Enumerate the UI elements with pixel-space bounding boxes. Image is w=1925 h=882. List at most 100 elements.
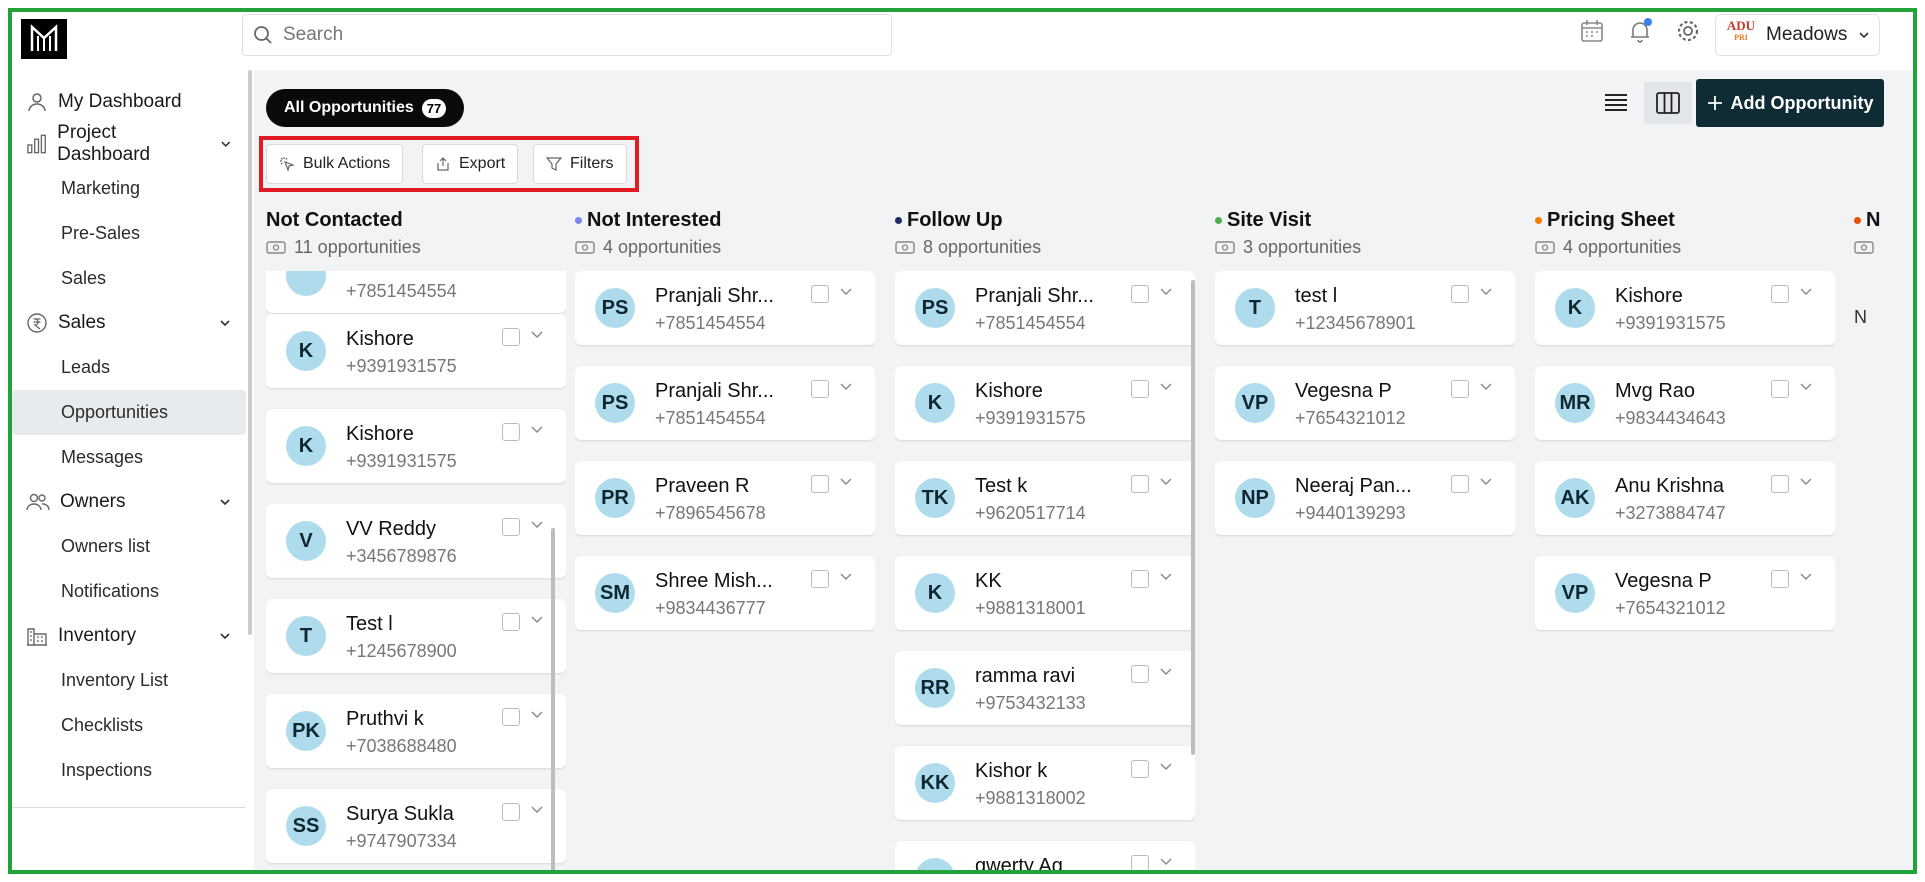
opportunity-card[interactable]: PS Pranjali Shr... +7851454554: [575, 366, 875, 440]
select-checkbox[interactable]: [1451, 380, 1469, 398]
gear-icon[interactable]: [1674, 17, 1702, 45]
opportunity-card[interactable]: SM Shree Mish... +9834436777: [575, 556, 875, 630]
select-checkbox[interactable]: [811, 285, 829, 303]
sidebar-item-project-dashboard[interactable]: Project Dashboard: [12, 122, 246, 165]
chevron-down-icon[interactable]: [1479, 380, 1493, 394]
chevron-down-icon[interactable]: [1799, 475, 1813, 489]
sidebar-item-opportunities[interactable]: Opportunities: [12, 390, 246, 435]
select-checkbox[interactable]: [1131, 285, 1149, 303]
chevron-down-icon[interactable]: [530, 328, 544, 342]
chevron-down-icon[interactable]: [1799, 570, 1813, 584]
opportunity-card[interactable]: MR Mvg Rao +9834434643: [1535, 366, 1835, 440]
select-checkbox[interactable]: [1131, 570, 1149, 588]
chevron-down-icon[interactable]: [1159, 760, 1173, 774]
export-button[interactable]: Export: [422, 144, 519, 184]
sidebar-item-messages[interactable]: Messages: [12, 435, 246, 480]
opportunity-card[interactable]: VP Vegesna P +7654321012: [1215, 366, 1515, 440]
opportunity-card[interactable]: PS Pranjali Shr... +7851454554: [895, 271, 1195, 345]
opportunity-card[interactable]: K Kishore +9391931575: [266, 409, 566, 483]
calendar-icon[interactable]: [1578, 17, 1606, 45]
search-input[interactable]: [283, 24, 891, 46]
sidebar-item-notifications[interactable]: Notifications: [12, 569, 246, 614]
add-opportunity-button[interactable]: Add Opportunity: [1696, 79, 1884, 127]
opportunity-card[interactable]: T Test l +1245678900: [266, 599, 566, 673]
chevron-down-icon[interactable]: [530, 708, 544, 722]
opportunity-card[interactable]: qwerty Ag: [895, 841, 1195, 874]
opportunity-card[interactable]: PS Pranjali Shr... +7851454554: [575, 271, 875, 345]
opportunity-card[interactable]: PK Pruthvi k +7038688480: [266, 694, 566, 768]
column-scrollbar[interactable]: [1191, 280, 1195, 755]
opportunity-card[interactable]: NP Neeraj Pan... +9440139293: [1215, 461, 1515, 535]
opportunity-card[interactable]: Ttest l +12345678901: [1215, 271, 1515, 345]
select-checkbox[interactable]: [1131, 380, 1149, 398]
chevron-down-icon[interactable]: [530, 518, 544, 532]
sidebar-item-marketing[interactable]: Marketing: [12, 166, 246, 211]
opportunity-card[interactable]: KK Kishor k +9881318002: [895, 746, 1195, 820]
tab-all-opportunities[interactable]: All Opportunities 77: [266, 89, 465, 127]
chevron-down-icon[interactable]: [1799, 380, 1813, 394]
chevron-down-icon[interactable]: [1159, 665, 1173, 679]
sidebar-item-sales-dashboard[interactable]: Sales: [12, 256, 246, 301]
sidebar-item-owners-list[interactable]: Owners list: [12, 524, 246, 569]
select-checkbox[interactable]: [811, 570, 829, 588]
select-checkbox[interactable]: [1131, 760, 1149, 778]
opportunity-card[interactable]: V VV Reddy +3456789876: [266, 504, 566, 578]
select-checkbox[interactable]: [502, 328, 520, 346]
select-checkbox[interactable]: [502, 613, 520, 631]
select-checkbox[interactable]: [1771, 285, 1789, 303]
opportunity-card[interactable]: RR ramma ravi +9753432133: [895, 651, 1195, 725]
chevron-down-icon[interactable]: [1799, 285, 1813, 299]
opportunity-card[interactable]: AK Anu Krishna +3273884747: [1535, 461, 1835, 535]
filters-button[interactable]: Filters: [533, 144, 627, 184]
chevron-down-icon[interactable]: [1479, 285, 1493, 299]
column-scrollbar[interactable]: [551, 528, 555, 874]
select-checkbox[interactable]: [1771, 475, 1789, 493]
opportunity-card[interactable]: K Kishore +9391931575: [266, 314, 566, 388]
select-checkbox[interactable]: [1131, 475, 1149, 493]
select-checkbox[interactable]: [1131, 855, 1149, 873]
sidebar-item-inventory[interactable]: Inventory: [12, 616, 246, 656]
sidebar-item-checklists[interactable]: Checklists: [12, 703, 246, 748]
opportunity-card[interactable]: K KK +9881318001: [895, 556, 1195, 630]
opportunity-card[interactable]: VP Vegesna P +7654321012: [1535, 556, 1835, 630]
sidebar-item-pre-sales[interactable]: Pre-Sales: [12, 211, 246, 256]
chevron-down-icon[interactable]: [1159, 285, 1173, 299]
chevron-down-icon[interactable]: [1159, 570, 1173, 584]
chevron-down-icon[interactable]: [839, 285, 853, 299]
chevron-down-icon[interactable]: [839, 380, 853, 394]
chevron-down-icon[interactable]: [530, 423, 544, 437]
select-checkbox[interactable]: [1451, 285, 1469, 303]
chevron-down-icon[interactable]: [530, 613, 544, 627]
search-bar[interactable]: [242, 14, 892, 56]
chevron-down-icon[interactable]: [1159, 380, 1173, 394]
opportunity-card[interactable]: K Kishore +9391931575: [895, 366, 1195, 440]
select-checkbox[interactable]: [811, 475, 829, 493]
bulk-actions-button[interactable]: Bulk Actions: [266, 144, 404, 184]
sidebar-item-inventory-list[interactable]: Inventory List: [12, 658, 246, 703]
bell-icon[interactable]: [1626, 17, 1654, 45]
select-checkbox[interactable]: [502, 708, 520, 726]
select-checkbox[interactable]: [502, 423, 520, 441]
chevron-down-icon[interactable]: [530, 803, 544, 817]
select-checkbox[interactable]: [1451, 475, 1469, 493]
select-checkbox[interactable]: [502, 803, 520, 821]
list-view-toggle[interactable]: [1594, 82, 1638, 124]
board-view-toggle[interactable]: [1644, 82, 1692, 124]
sidebar-item-owners[interactable]: Owners: [12, 482, 246, 522]
opportunity-card[interactable]: SS Surya Sukla +9747907334: [266, 789, 566, 863]
chevron-down-icon[interactable]: [839, 570, 853, 584]
select-checkbox[interactable]: [1771, 570, 1789, 588]
app-logo[interactable]: [21, 19, 67, 59]
select-checkbox[interactable]: [1771, 380, 1789, 398]
sidebar-item-sales[interactable]: Sales: [12, 303, 246, 343]
opportunity-card[interactable]: +7851454554: [266, 271, 566, 313]
chevron-down-icon[interactable]: [1479, 475, 1493, 489]
chevron-down-icon[interactable]: [1159, 855, 1173, 869]
chevron-down-icon[interactable]: [839, 475, 853, 489]
sidebar-item-my-dashboard[interactable]: My Dashboard: [12, 82, 246, 122]
account-switcher[interactable]: ADU PRI Meadows: [1715, 14, 1880, 56]
opportunity-card[interactable]: TK Test k +9620517714: [895, 461, 1195, 535]
sidebar-item-inspections[interactable]: Inspections: [12, 748, 246, 793]
sidebar-item-leads[interactable]: Leads: [12, 345, 246, 390]
select-checkbox[interactable]: [1131, 665, 1149, 683]
